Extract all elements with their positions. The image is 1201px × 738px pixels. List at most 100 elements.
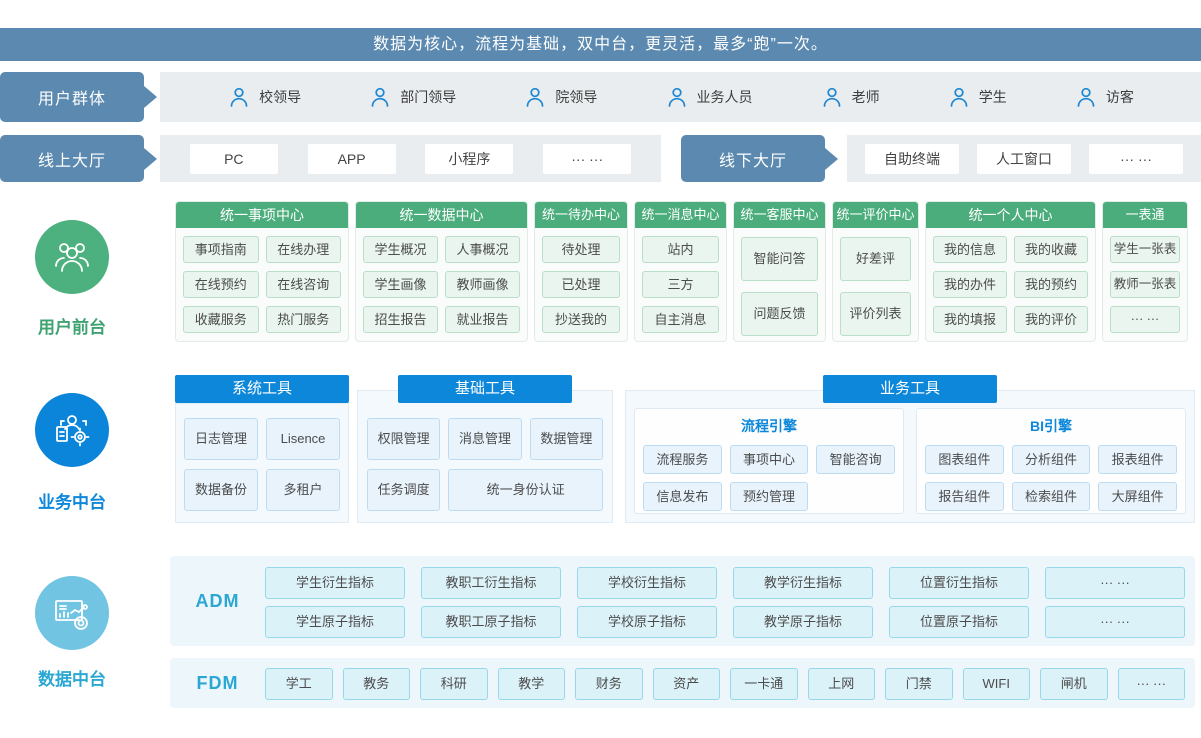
indicator-chip: 学校原子指标 xyxy=(577,606,717,638)
service-chip: 在线办理 xyxy=(266,236,342,263)
service-chip: 收藏服务 xyxy=(183,306,259,333)
indicator-chip: 位置原子指标 xyxy=(889,606,1029,638)
data-rail-label: 数据中台 xyxy=(0,665,144,690)
service-chip: 事项指南 xyxy=(183,236,259,263)
indicator-chip: 教职工原子指标 xyxy=(421,606,561,638)
service-chip: 招生报告 xyxy=(363,306,438,333)
column-header: 统一数据中心 xyxy=(356,202,527,228)
col-one-table: 一表通 学生一张表教师一张表··· ··· xyxy=(1102,201,1188,342)
user-group-name: 部门领导 xyxy=(400,87,456,107)
service-chip: 我的预约 xyxy=(1014,271,1088,298)
service-chip: 站内 xyxy=(642,236,719,263)
data-circle-icon xyxy=(35,576,109,650)
column-header: 统一评价中心 xyxy=(833,202,918,228)
people-icon xyxy=(51,236,93,278)
user-icon xyxy=(227,85,251,109)
source-chip: 一卡通 xyxy=(730,668,798,700)
indicator-chip: ··· ··· xyxy=(1045,567,1185,599)
user-icon xyxy=(665,85,689,109)
col-evaluation-center: 统一评价中心 好差评评价列表 xyxy=(832,201,919,342)
engine-chip: 分析组件 xyxy=(1012,445,1091,474)
indicator-chip: 学生衍生指标 xyxy=(265,567,405,599)
source-chip: 教务 xyxy=(343,668,411,700)
engine-title: BI引擎 xyxy=(925,416,1177,436)
process-engine-panel: 流程引擎 流程服务事项中心智能咨询信息发布预约管理 xyxy=(634,408,904,514)
service-chip: 我的填报 xyxy=(933,306,1007,333)
source-chip: 闸机 xyxy=(1040,668,1108,700)
user-group-name: 学生 xyxy=(979,87,1007,107)
service-chip: 就业报告 xyxy=(445,306,520,333)
engine-chip: 大屏组件 xyxy=(1098,482,1177,511)
slogan-banner: 数据为核心，流程为基础，双中台，更灵活，最多“跑”一次。 xyxy=(0,28,1201,61)
chart-board-icon xyxy=(51,592,93,634)
user-group-name: 访客 xyxy=(1106,87,1134,107)
service-chip: 好差评 xyxy=(840,237,911,281)
tool-chip: 统一身份认证 xyxy=(448,469,603,511)
column-header: 一表通 xyxy=(1103,202,1187,228)
online-channel-chip: 小程序 xyxy=(425,144,513,174)
engine-title: 流程引擎 xyxy=(643,416,895,436)
service-chip: 待处理 xyxy=(542,236,620,263)
user-group-item: 业务人员 xyxy=(665,85,753,109)
column-header: 统一待办中心 xyxy=(535,202,627,228)
service-chip: 我的收藏 xyxy=(1014,236,1088,263)
user-group-item: 院领导 xyxy=(523,85,597,109)
offline-channel-chip: 自助终端 xyxy=(865,144,959,174)
architecture-diagram: 数据为核心，流程为基础，双中台，更灵活，最多“跑”一次。 用户群体 校领导 部门… xyxy=(0,0,1201,738)
business-circle-icon xyxy=(35,393,109,467)
service-chip: ··· ··· xyxy=(1110,306,1180,333)
engine-chip: 流程服务 xyxy=(643,445,722,474)
engine-chip: 事项中心 xyxy=(730,445,809,474)
service-chip: 自主消息 xyxy=(642,306,719,333)
tool-chip: 消息管理 xyxy=(448,418,521,460)
user-group-item: 部门领导 xyxy=(368,85,456,109)
user-group-item: 老师 xyxy=(820,85,880,109)
indicator-chip: 教学原子指标 xyxy=(733,606,873,638)
fdm-band: FDM 学工教务科研教学财务资产一卡通上网门禁WIFI闸机··· ··· xyxy=(170,658,1195,708)
col-message-center: 统一消息中心 站内三方自主消息 xyxy=(634,201,727,342)
user-group-name: 老师 xyxy=(852,87,880,107)
fdm-label: FDM xyxy=(170,658,265,708)
business-tools-body: 流程引擎 流程服务事项中心智能咨询信息发布预约管理 BI引擎 图表组件分析组件报… xyxy=(625,390,1195,523)
service-chip: 教师画像 xyxy=(445,271,520,298)
engine-chip: 预约管理 xyxy=(730,482,809,511)
user-groups-label: 用户群体 xyxy=(0,72,144,122)
tool-chip: 数据备份 xyxy=(184,469,258,511)
process-gear-icon xyxy=(51,409,93,451)
user-group-item: 校领导 xyxy=(227,85,301,109)
service-chip: 评价列表 xyxy=(840,292,911,336)
service-chip: 三方 xyxy=(642,271,719,298)
col-todo-center: 统一待办中心 待处理已处理抄送我的 xyxy=(534,201,628,342)
offline-hall-band: 自助终端 人工窗口 ··· ··· xyxy=(847,135,1201,182)
source-chip: 财务 xyxy=(575,668,643,700)
frontend-section: 统一事项中心 事项指南在线办理在线预约在线咨询收藏服务热门服务 统一数据中心 学… xyxy=(175,201,1188,342)
engine-chip: 智能咨询 xyxy=(816,445,895,474)
adm-band: ADM 学生衍生指标教职工衍生指标学校衍生指标教学衍生指标位置衍生指标··· ·… xyxy=(170,556,1195,646)
business-tools-group: 业务工具 流程引擎 流程服务事项中心智能咨询信息发布预约管理 BI引擎 图表组件… xyxy=(625,375,1195,523)
service-chip: 问题反馈 xyxy=(741,292,818,336)
tool-chip: 数据管理 xyxy=(530,418,603,460)
tool-chip: 任务调度 xyxy=(367,469,440,511)
tool-chip: 日志管理 xyxy=(184,418,258,460)
service-chip: 我的评价 xyxy=(1014,306,1088,333)
service-chip: 智能问答 xyxy=(741,237,818,281)
col-data-center: 统一数据中心 学生概况人事概况学生画像教师画像招生报告就业报告 xyxy=(355,201,528,342)
col-matters-center: 统一事项中心 事项指南在线办理在线预约在线咨询收藏服务热门服务 xyxy=(175,201,349,342)
engine-chip: 图表组件 xyxy=(925,445,1004,474)
engine-chip: 报告组件 xyxy=(925,482,1004,511)
indicator-chip: 位置衍生指标 xyxy=(889,567,1029,599)
user-icon xyxy=(947,85,971,109)
group-header: 业务工具 xyxy=(823,375,997,403)
column-header: 统一消息中心 xyxy=(635,202,726,228)
indicator-chip: 学校衍生指标 xyxy=(577,567,717,599)
user-icon xyxy=(1074,85,1098,109)
service-chip: 在线咨询 xyxy=(266,271,342,298)
engine-chip: 报表组件 xyxy=(1098,445,1177,474)
service-chip: 已处理 xyxy=(542,271,620,298)
source-chip: ··· ··· xyxy=(1118,668,1186,700)
group-header: 基础工具 xyxy=(398,375,572,403)
engine-chip: 信息发布 xyxy=(643,482,722,511)
frontend-rail-label: 用户前台 xyxy=(0,313,144,338)
source-chip: 教学 xyxy=(498,668,566,700)
source-chip: 科研 xyxy=(420,668,488,700)
